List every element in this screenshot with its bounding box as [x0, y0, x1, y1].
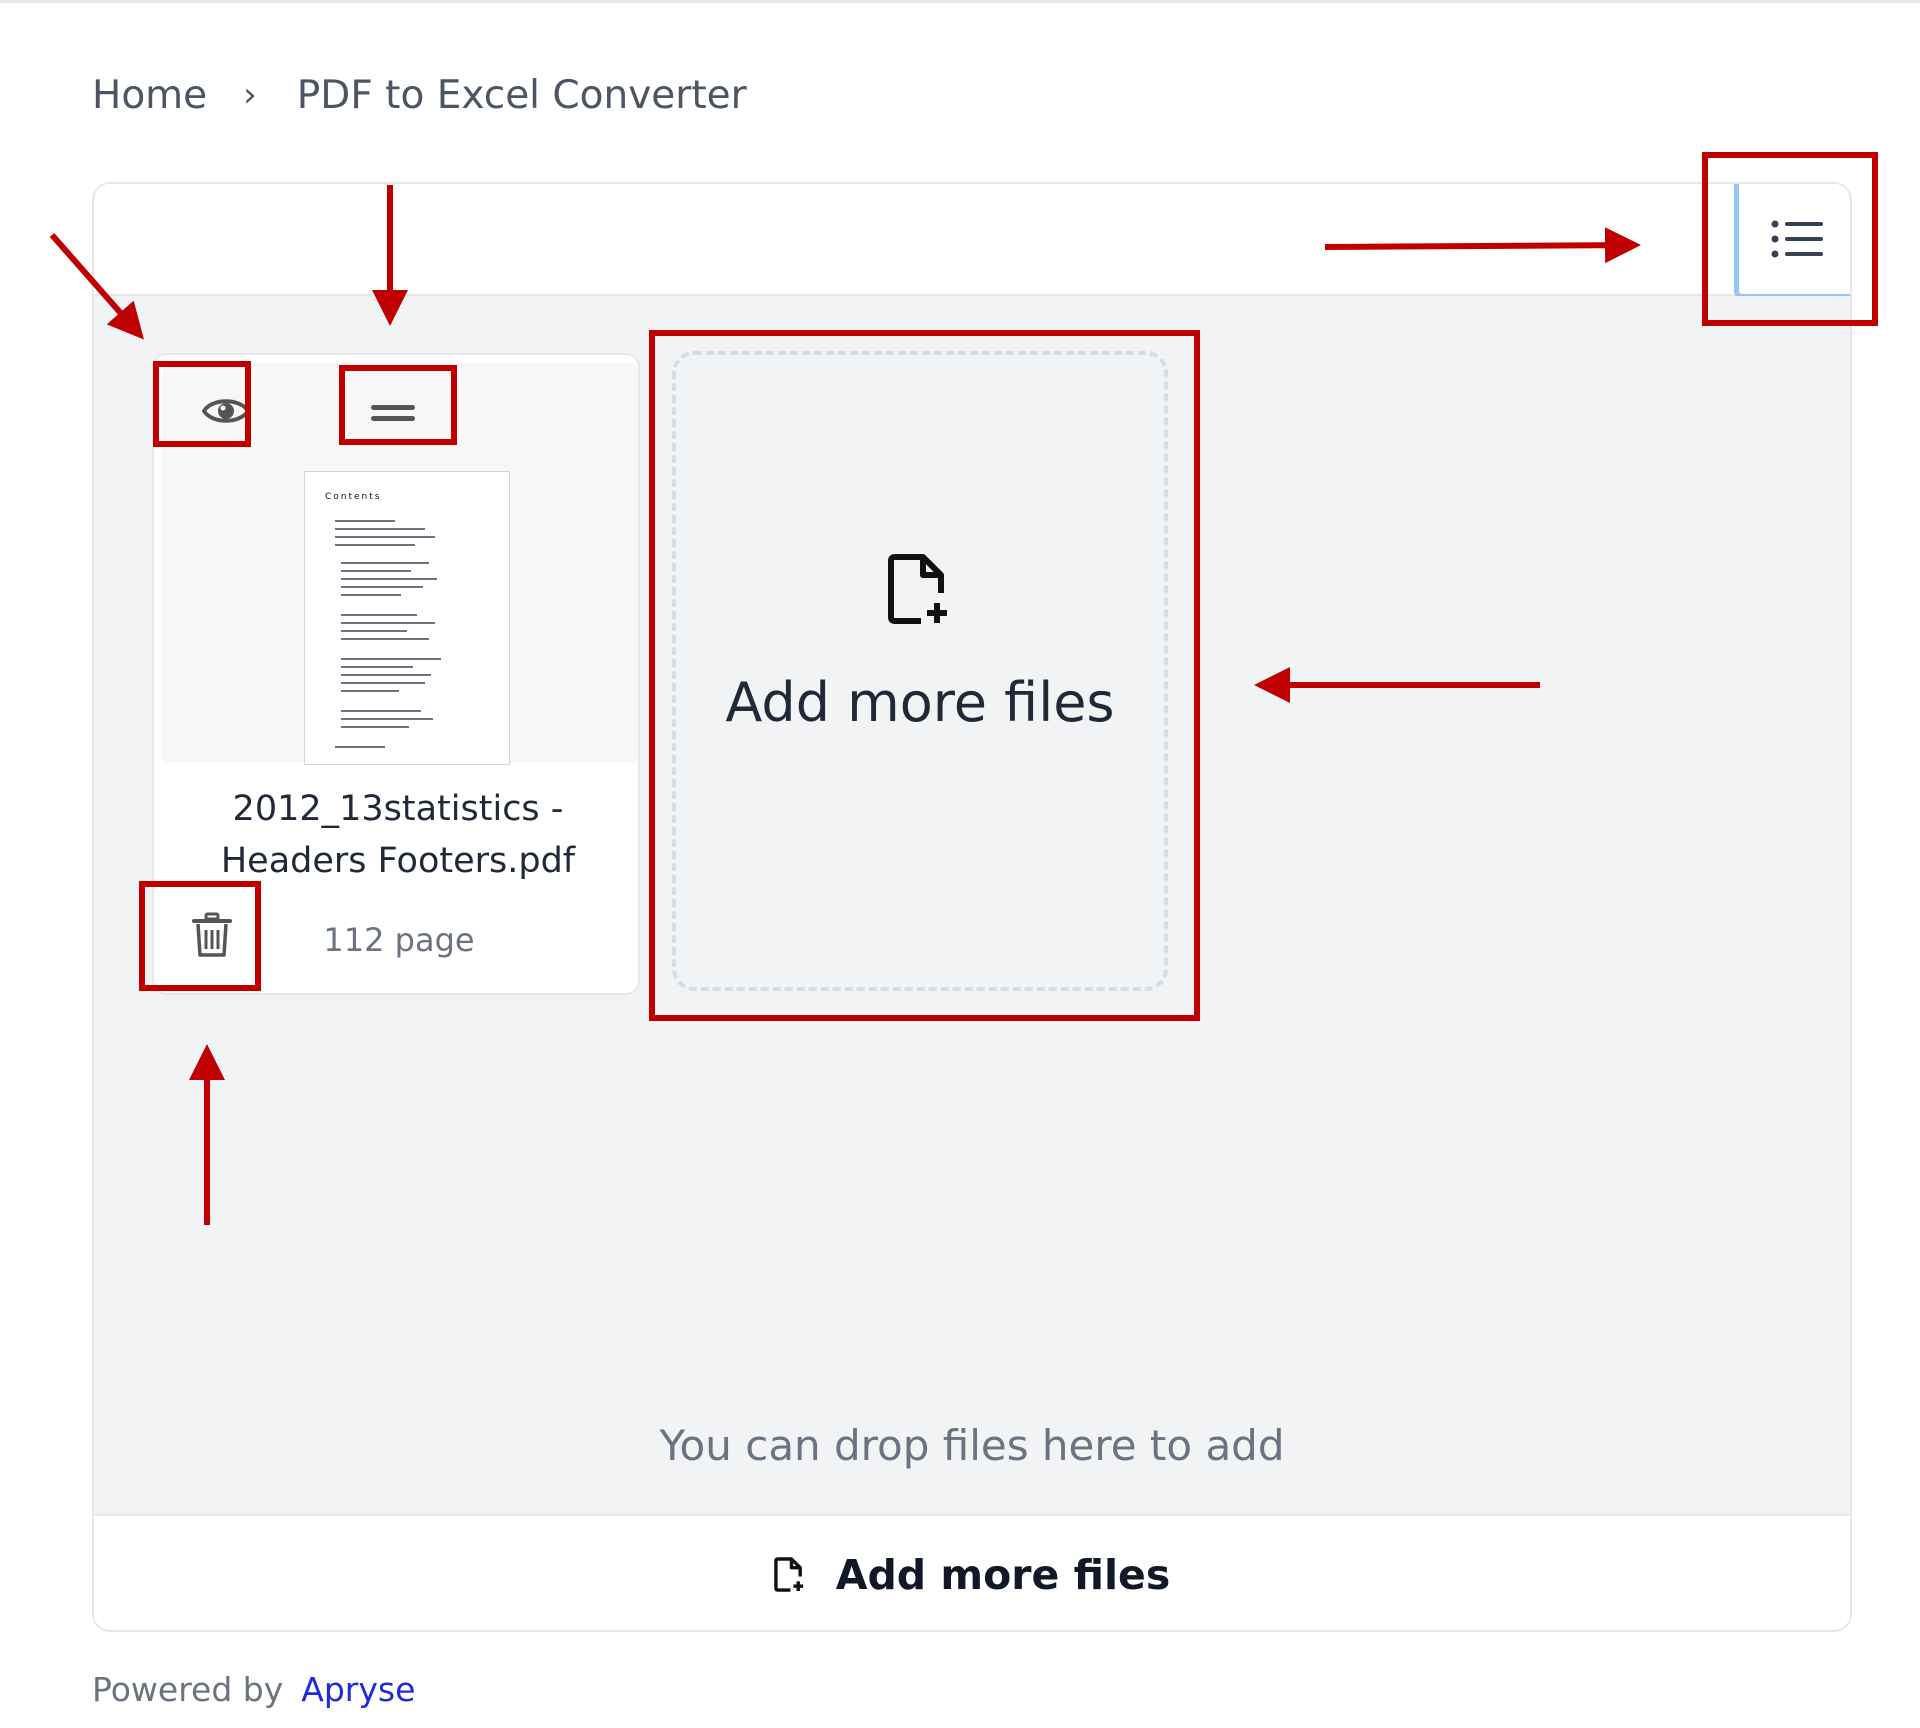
top-edge-divider: [0, 0, 1920, 3]
thumb-line: [335, 536, 435, 538]
drop-hint: You can drop files here to add: [659, 1421, 1285, 1470]
thumb-line: [341, 658, 441, 660]
thumbnail-title: Contents: [325, 492, 382, 502]
thumb-line: [341, 562, 429, 564]
add-tile-label: Add more files: [725, 671, 1115, 734]
breadcrumb-current: PDF to Excel Converter: [296, 72, 747, 118]
pdf-page-thumbnail: Contents: [304, 471, 510, 765]
thumb-line: [341, 726, 409, 728]
add-more-files-button[interactable]: Add more files: [94, 1514, 1850, 1630]
thumb-line: [335, 544, 415, 546]
file-plus-icon: [888, 554, 947, 624]
breadcrumb-home-link[interactable]: Home: [92, 73, 207, 118]
thumb-line: [341, 718, 433, 720]
eye-icon: [202, 399, 250, 423]
thumb-line: [335, 528, 425, 530]
thumb-line: [341, 682, 425, 684]
thumb-line: [341, 570, 411, 572]
file-panel: Contents 2012_13statistics - Headers Foo…: [92, 182, 1852, 1632]
thumb-line: [341, 666, 413, 668]
file-plus-icon: [773, 1557, 803, 1592]
drag-handle[interactable]: [348, 383, 438, 443]
list-view-button[interactable]: [1734, 184, 1850, 299]
file-name: 2012_13statistics - Headers Footers.pdf: [174, 783, 622, 887]
page-count: 112 page: [323, 921, 475, 959]
breadcrumb: Home › PDF to Excel Converter: [92, 70, 747, 120]
add-tile-icon-wrap: [887, 553, 953, 631]
preview-button[interactable]: [190, 379, 262, 443]
add-more-files-label: Add more files: [835, 1551, 1171, 1599]
thumb-line: [341, 710, 421, 712]
thumb-line: [341, 578, 437, 580]
thumb-line: [335, 746, 385, 748]
thumb-line: [341, 638, 429, 640]
trash-icon: [192, 912, 232, 957]
list-icon: [1771, 220, 1823, 258]
file-name-line-2: Headers Footers.pdf: [220, 841, 576, 881]
thumb-line: [341, 690, 399, 692]
apryse-link[interactable]: Apryse: [301, 1670, 415, 1709]
file-name-line-1: 2012_13statistics -: [232, 789, 564, 829]
drag-handle-icon: [371, 405, 415, 421]
powered-by-text: Powered by: [92, 1670, 284, 1709]
file-thumbnail-area: Contents: [162, 363, 638, 765]
thumb-line: [341, 614, 417, 616]
drop-area[interactable]: Contents 2012_13statistics - Headers Foo…: [94, 296, 1850, 1514]
thumb-line: [341, 630, 407, 632]
thumb-line: [341, 674, 431, 676]
thumb-line: [341, 622, 435, 624]
powered-by: Powered by Apryse: [92, 1670, 415, 1709]
thumb-line: [341, 594, 401, 596]
thumb-line: [335, 520, 395, 522]
add-more-files-tile[interactable]: Add more files: [672, 351, 1168, 991]
delete-file-button[interactable]: [180, 900, 244, 970]
panel-header: [94, 184, 1850, 299]
file-card[interactable]: Contents 2012_13statistics - Headers Foo…: [152, 353, 640, 995]
breadcrumb-separator: ›: [243, 75, 257, 115]
thumb-line: [341, 586, 423, 588]
